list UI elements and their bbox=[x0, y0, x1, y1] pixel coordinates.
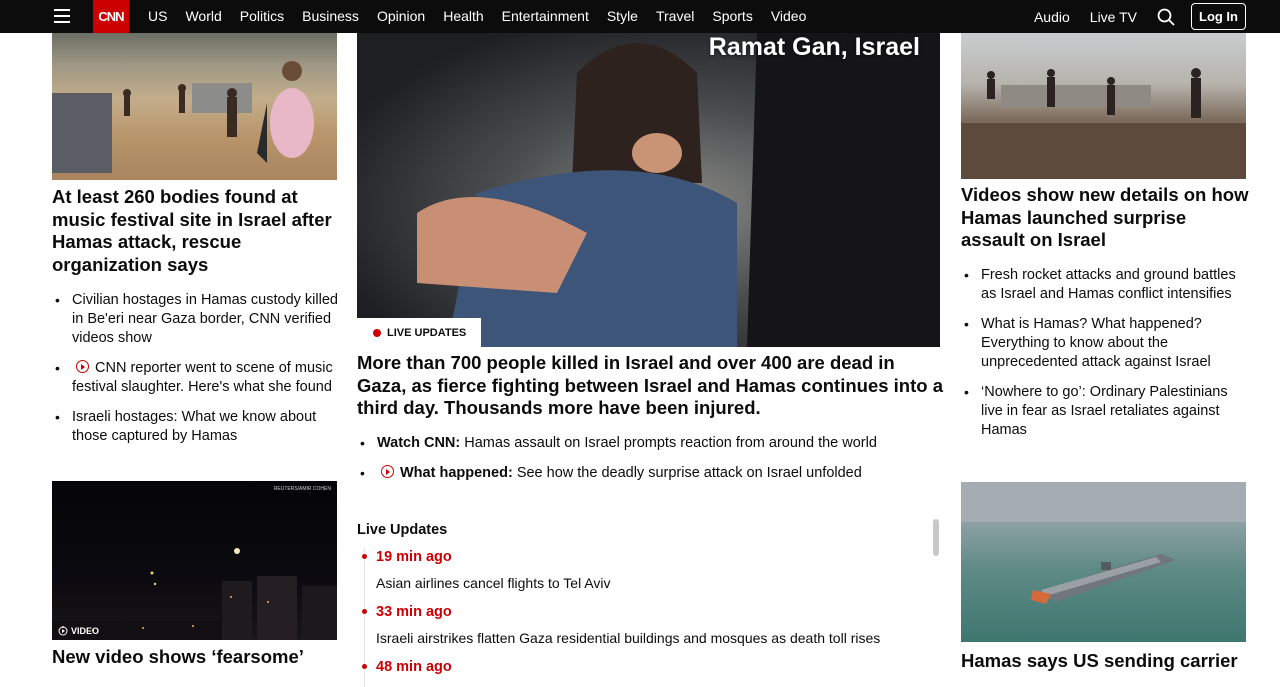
live-updates-badge[interactable]: LIVE UPDATES bbox=[357, 318, 482, 347]
headline-festival[interactable]: At least 260 bodies found at music festi… bbox=[52, 186, 342, 276]
live-update-item[interactable]: 48 min ago bbox=[365, 658, 935, 676]
live-updates-heading: Live Updates bbox=[357, 522, 448, 538]
list-item-text[interactable]: Hamas assault on Israel prompts reaction… bbox=[464, 435, 877, 451]
audio-link[interactable]: Audio bbox=[1034, 9, 1070, 25]
live-tv-link[interactable]: Live TV bbox=[1090, 9, 1137, 25]
play-video-icon bbox=[76, 360, 89, 373]
list-item[interactable]: Civilian hostages in Hamas custody kille… bbox=[52, 291, 340, 348]
search-icon[interactable] bbox=[1157, 8, 1175, 26]
nav-link-us[interactable]: US bbox=[139, 0, 176, 33]
list-item-text[interactable]: Israeli hostages: What we know about tho… bbox=[72, 409, 316, 444]
list-item-text[interactable]: See how the deadly surprise attack on Is… bbox=[517, 465, 862, 481]
list-item[interactable]: What happened: See how the deadly surpri… bbox=[357, 464, 937, 483]
list-item[interactable]: What is Hamas? What happened? Everything… bbox=[961, 315, 1251, 372]
nav-link-politics[interactable]: Politics bbox=[231, 0, 293, 33]
headline-us-carrier[interactable]: Hamas says US sending carrier bbox=[961, 650, 1251, 673]
nav-link-video[interactable]: Video bbox=[762, 0, 816, 33]
main-related-list: Watch CNN: Hamas assault on Israel promp… bbox=[357, 434, 937, 494]
top-navigation-bar: CNN US World Politics Business Opinion H… bbox=[0, 0, 1280, 33]
update-text[interactable]: Asian airlines cancel flights to Tel Avi… bbox=[376, 574, 935, 592]
live-dot-icon bbox=[373, 328, 381, 337]
play-video-icon bbox=[381, 465, 394, 478]
nav-link-health[interactable]: Health bbox=[434, 0, 492, 33]
update-time: 19 min ago bbox=[376, 548, 935, 566]
live-badge-label: LIVE UPDATES bbox=[387, 326, 467, 339]
list-item-label[interactable]: Watch CNN: bbox=[377, 435, 460, 451]
nav-link-business[interactable]: Business bbox=[293, 0, 368, 33]
headline-videos-show[interactable]: Videos show new details on how Hamas lau… bbox=[961, 184, 1251, 252]
live-update-item[interactable]: 33 min ago Israeli airstrikes flatten Ga… bbox=[365, 603, 935, 647]
play-icon bbox=[58, 626, 68, 636]
section-links: US World Politics Business Opinion Healt… bbox=[139, 0, 815, 33]
live-updates-scrollbar[interactable] bbox=[933, 519, 939, 556]
video-badge-label: VIDEO bbox=[71, 626, 100, 636]
left-related-list: Civilian hostages in Hamas custody kille… bbox=[52, 291, 340, 457]
night-rockets-video-thumbnail[interactable]: REUTERS/AMIR COHEN VIDEO bbox=[52, 481, 337, 640]
list-item-label[interactable]: What happened: bbox=[400, 465, 513, 481]
nav-link-style[interactable]: Style bbox=[598, 0, 647, 33]
nav-link-travel[interactable]: Travel bbox=[647, 0, 703, 33]
festival-photo[interactable] bbox=[52, 33, 337, 180]
right-related-list: Fresh rocket attacks and ground battles … bbox=[961, 266, 1251, 451]
list-item[interactable]: Fresh rocket attacks and ground battles … bbox=[961, 266, 1251, 304]
aircraft-carrier-photo[interactable] bbox=[961, 482, 1246, 642]
photo-credit: REUTERS/AMIR COHEN bbox=[273, 486, 331, 492]
update-time: 48 min ago bbox=[376, 658, 935, 676]
cnn-logo[interactable]: CNN bbox=[93, 0, 129, 33]
list-item[interactable]: CNN reporter went to scene of music fest… bbox=[52, 359, 340, 397]
nav-link-entertainment[interactable]: Entertainment bbox=[493, 0, 598, 33]
list-item[interactable]: Israeli hostages: What we know about tho… bbox=[52, 408, 340, 446]
update-time: 33 min ago bbox=[376, 603, 935, 621]
list-item-text[interactable]: Fresh rocket attacks and ground battles … bbox=[981, 267, 1236, 302]
nav-link-opinion[interactable]: Opinion bbox=[368, 0, 434, 33]
nav-link-sports[interactable]: Sports bbox=[703, 0, 761, 33]
video-badge: VIDEO bbox=[58, 626, 99, 636]
list-item-text[interactable]: What is Hamas? What happened? Everything… bbox=[981, 316, 1211, 370]
list-item[interactable]: Watch CNN: Hamas assault on Israel promp… bbox=[357, 434, 937, 453]
headline-new-video[interactable]: New video shows ‘fearsome’ bbox=[52, 646, 342, 669]
login-button[interactable]: Log In bbox=[1191, 3, 1246, 30]
live-updates-feed: 19 min ago Asian airlines cancel flights… bbox=[364, 548, 935, 687]
list-item-text[interactable]: CNN reporter went to scene of music fest… bbox=[72, 360, 333, 395]
main-photo-ramat-gan[interactable]: Ramat Gan, Israel bbox=[357, 33, 940, 347]
list-item-text[interactable]: Civilian hostages in Hamas custody kille… bbox=[72, 292, 338, 346]
nav-right-group: Audio Live TV Log In bbox=[1034, 0, 1246, 33]
field-video-photo[interactable] bbox=[961, 33, 1246, 179]
list-item[interactable]: ‘Nowhere to go’: Ordinary Palestinians l… bbox=[961, 383, 1251, 440]
main-headline[interactable]: More than 700 people killed in Israel an… bbox=[357, 352, 947, 420]
photo-dateline: Ramat Gan, Israel bbox=[708, 33, 920, 61]
update-text[interactable]: Israeli airstrikes flatten Gaza resident… bbox=[376, 629, 935, 647]
menu-icon[interactable] bbox=[54, 8, 70, 24]
nav-link-world[interactable]: World bbox=[176, 0, 230, 33]
list-item-text[interactable]: ‘Nowhere to go’: Ordinary Palestinians l… bbox=[981, 384, 1228, 438]
live-update-item[interactable]: 19 min ago Asian airlines cancel flights… bbox=[365, 548, 935, 592]
